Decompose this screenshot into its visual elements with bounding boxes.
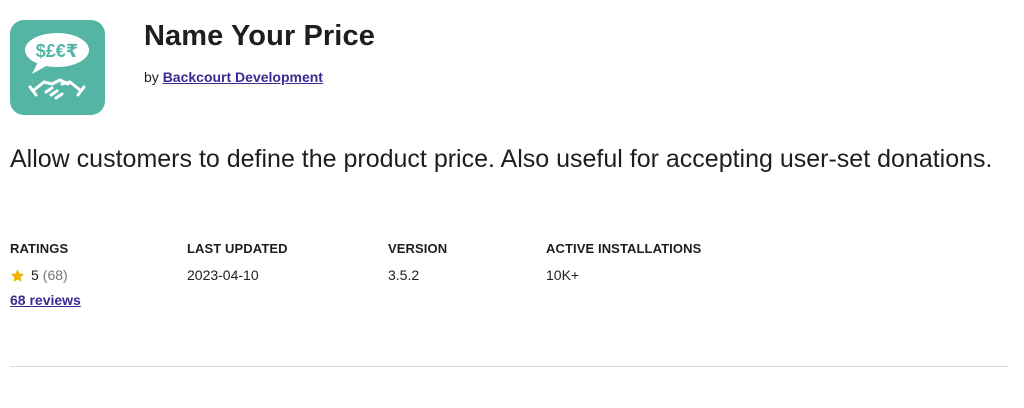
plugin-icon: $£€₹ xyxy=(10,20,105,115)
version-value: 3.5.2 xyxy=(388,267,420,283)
section-divider xyxy=(10,366,1009,367)
plugin-description: Allow customers to define the product pr… xyxy=(10,145,993,173)
author-link[interactable]: Backcourt Development xyxy=(163,69,323,85)
rating-score: 5 xyxy=(31,267,39,283)
active-installations-section: ACTIVE INSTALLATIONS 10K+ xyxy=(546,241,701,283)
byline-prefix: by xyxy=(144,69,159,85)
rating-summary: 5 (68) xyxy=(10,267,81,283)
star-icon xyxy=(10,268,25,282)
last-updated-label: LAST UPDATED xyxy=(187,241,288,256)
version-label: VERSION xyxy=(388,241,448,256)
ratings-label: RATINGS xyxy=(10,241,69,256)
active-installations-label: ACTIVE INSTALLATIONS xyxy=(546,241,702,256)
rating-count: (68) xyxy=(42,267,68,283)
version-section: VERSION 3.5.2 xyxy=(388,241,447,283)
ratings-section: RATINGS 5 (68) 68 reviews xyxy=(10,241,81,310)
active-installations-value: 10K+ xyxy=(546,267,580,283)
currency-symbols: $£€₹ xyxy=(36,41,79,61)
reviews-link[interactable]: 68 reviews xyxy=(10,292,81,308)
plugin-title: Name Your Price xyxy=(144,20,375,52)
price-handshake-icon: $£€₹ xyxy=(25,33,89,100)
last-updated-section: LAST UPDATED 2023-04-10 xyxy=(187,241,288,283)
last-updated-value: 2023-04-10 xyxy=(187,267,259,283)
plugin-byline: by Backcourt Development xyxy=(144,69,323,85)
